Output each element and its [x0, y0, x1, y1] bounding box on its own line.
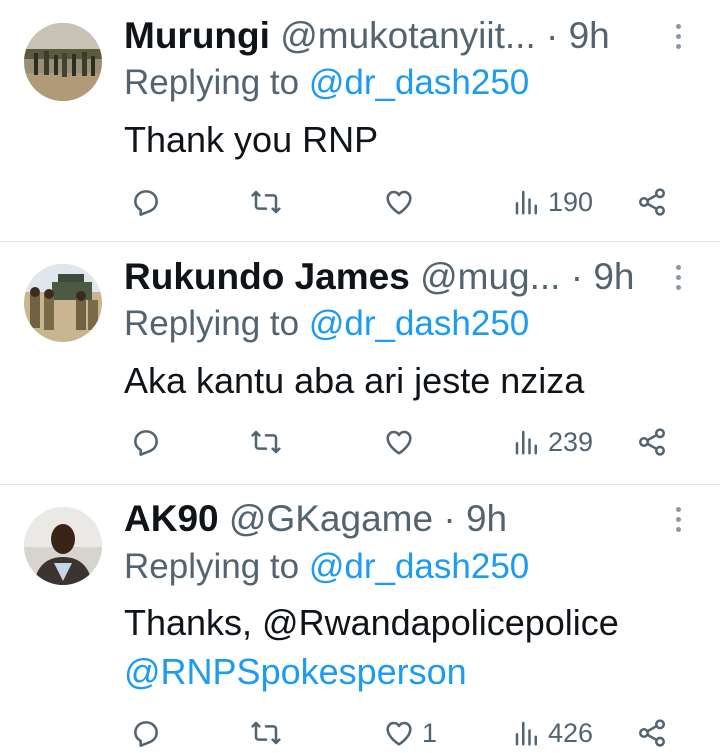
tweet-actions: 239: [0, 422, 720, 462]
views-button[interactable]: 426: [512, 713, 593, 753]
like-button[interactable]: [382, 422, 422, 462]
display-name[interactable]: Murungi: [124, 15, 270, 56]
heart-icon: [386, 190, 412, 215]
more-options-icon[interactable]: [668, 265, 688, 295]
reply-button[interactable]: [130, 422, 162, 462]
replying-prefix: Replying to: [124, 304, 300, 343]
avatar[interactable]: [24, 507, 102, 585]
tweet-text: Thanks, @Rwandapolicepolice: [124, 599, 619, 647]
retweet-button[interactable]: [249, 182, 283, 222]
view-count: 239: [548, 426, 594, 457]
user-handle[interactable]: @mug...: [420, 256, 560, 297]
replying-to-link[interactable]: @dr_dash250: [309, 547, 529, 586]
avatar[interactable]: [24, 264, 102, 342]
reply-icon: [134, 721, 158, 747]
reply-button[interactable]: [130, 182, 162, 222]
share-icon: [639, 428, 665, 456]
like-button[interactable]: [382, 182, 422, 222]
more-options-icon[interactable]: [668, 507, 688, 537]
views-icon: [515, 190, 537, 215]
share-button[interactable]: [636, 713, 668, 753]
share-button[interactable]: [636, 182, 668, 222]
timestamp[interactable]: 9h: [593, 256, 634, 297]
views-icon: [515, 430, 537, 455]
display-name[interactable]: Rukundo James: [124, 256, 410, 297]
replying-to-link[interactable]: @dr_dash250: [309, 304, 529, 343]
tweet-header: Rukundo James @mug... · 9h: [124, 255, 635, 299]
tweet-header: Murungi @mukotanyiit... · 9h: [124, 14, 610, 58]
timestamp[interactable]: 9h: [466, 498, 507, 539]
tweet-text: Aka kantu aba ari jeste nziza: [124, 357, 584, 405]
tweet[interactable]: AK90 @GKagame · 9h Replying to @dr_dash2…: [0, 485, 720, 748]
tweet-text: Thank you RNP: [124, 116, 378, 164]
user-handle[interactable]: @GKagame: [229, 498, 433, 539]
replying-to: Replying to @dr_dash250: [124, 545, 529, 589]
tweet-header: AK90 @GKagame · 9h: [124, 497, 507, 541]
views-button[interactable]: 239: [512, 422, 593, 462]
view-count: 426: [548, 717, 594, 748]
separator-dot: ·: [443, 498, 456, 539]
mention-link[interactable]: @RNPSpokesperson: [124, 651, 467, 692]
reply-icon: [134, 190, 158, 216]
share-icon: [639, 188, 665, 216]
views-button[interactable]: 190: [512, 182, 593, 222]
reply-icon: [134, 430, 158, 456]
tweet-text-line: Thanks, @Rwandapolicepolice: [124, 602, 619, 643]
user-handle[interactable]: @mukotanyiit...: [280, 15, 536, 56]
replying-prefix: Replying to: [124, 547, 300, 586]
replying-to: Replying to @dr_dash250: [124, 302, 529, 346]
replying-to-link[interactable]: @dr_dash250: [309, 63, 529, 102]
retweet-button[interactable]: [249, 422, 283, 462]
replying-prefix: Replying to: [124, 63, 300, 102]
separator-dot: ·: [546, 15, 559, 56]
share-icon: [639, 719, 665, 747]
tweet-actions: 190: [0, 182, 720, 222]
retweet-icon: [251, 721, 281, 745]
tweet-text-mention: @RNPSpokesperson: [124, 648, 467, 696]
views-icon: [515, 721, 537, 746]
tweet-text-line: Thank you RNP: [124, 119, 379, 160]
heart-icon: [386, 721, 412, 746]
reply-button[interactable]: [130, 713, 162, 753]
more-options-icon[interactable]: [668, 24, 688, 54]
view-count: 190: [548, 186, 594, 217]
tweet-text-line: Aka kantu aba ari jeste nziza: [124, 360, 585, 401]
retweet-icon: [251, 190, 281, 214]
timestamp[interactable]: 9h: [569, 15, 610, 56]
tweet[interactable]: Rukundo James @mug... · 9h Replying to @…: [0, 242, 720, 482]
avatar[interactable]: [24, 23, 102, 101]
tweet[interactable]: Murungi @mukotanyiit... · 9h Replying to…: [0, 0, 720, 240]
separator-dot: ·: [570, 256, 584, 297]
heart-icon: [386, 430, 412, 455]
retweet-icon: [251, 430, 281, 454]
like-count: 1: [422, 717, 438, 748]
share-button[interactable]: [636, 422, 668, 462]
retweet-button[interactable]: [249, 713, 283, 753]
replying-to: Replying to @dr_dash250: [124, 61, 529, 105]
like-button[interactable]: 1: [382, 713, 437, 753]
tweet-actions: 1 426: [0, 713, 720, 753]
display-name[interactable]: AK90: [124, 498, 219, 539]
